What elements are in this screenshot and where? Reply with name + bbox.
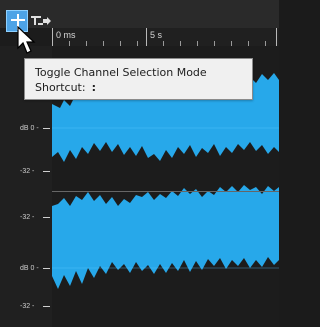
bottom-channel-neg32-bottom-label: -32 -	[20, 303, 35, 310]
ruler-major-tick	[52, 28, 53, 46]
toggle-channel-selection-mode-tooltip: Toggle Channel Selection Mode Shortcut::	[24, 58, 253, 100]
bottom-channel-waveform[interactable]	[52, 185, 279, 289]
bottom-channel-neg32-bottom-tick	[43, 306, 50, 307]
top-channel-db-zero-label: dB 0 -	[20, 125, 39, 132]
top-channel-neg32-tick	[43, 171, 50, 172]
tooltip-shortcut-label: Shortcut:	[35, 81, 86, 94]
time-ruler[interactable]: 0 ms 5 s 9	[52, 28, 279, 47]
tooltip-shortcut-value: :	[91, 81, 96, 94]
bottom-channel-neg32-top-label: -32 -	[20, 214, 35, 221]
bottom-channel-zero-tick	[43, 268, 50, 269]
ruler-label-5s: 5 s	[150, 30, 163, 40]
audio-editor-window: 0 ms 5 s 9 dB 0 - -32 - -32 - dB 0 - -32…	[0, 0, 279, 327]
channel-separator	[52, 191, 279, 192]
editor-toolbar	[0, 0, 279, 32]
top-channel-zero-tick	[43, 128, 50, 129]
bottom-channel-db-zero-label: dB 0 -	[20, 265, 39, 272]
tooltip-shortcut-row: Shortcut::	[35, 80, 242, 95]
channel-navigation-button[interactable]	[30, 12, 54, 25]
ruler-major-tick	[276, 28, 277, 46]
ruler-label-0: 0 ms	[56, 30, 76, 40]
mouse-pointer-icon	[17, 26, 36, 54]
bottom-channel-neg32-top-tick	[43, 217, 50, 218]
tooltip-title: Toggle Channel Selection Mode	[35, 66, 207, 79]
top-channel-neg32-label: -32 -	[20, 168, 35, 175]
ruler-major-tick	[146, 28, 147, 46]
